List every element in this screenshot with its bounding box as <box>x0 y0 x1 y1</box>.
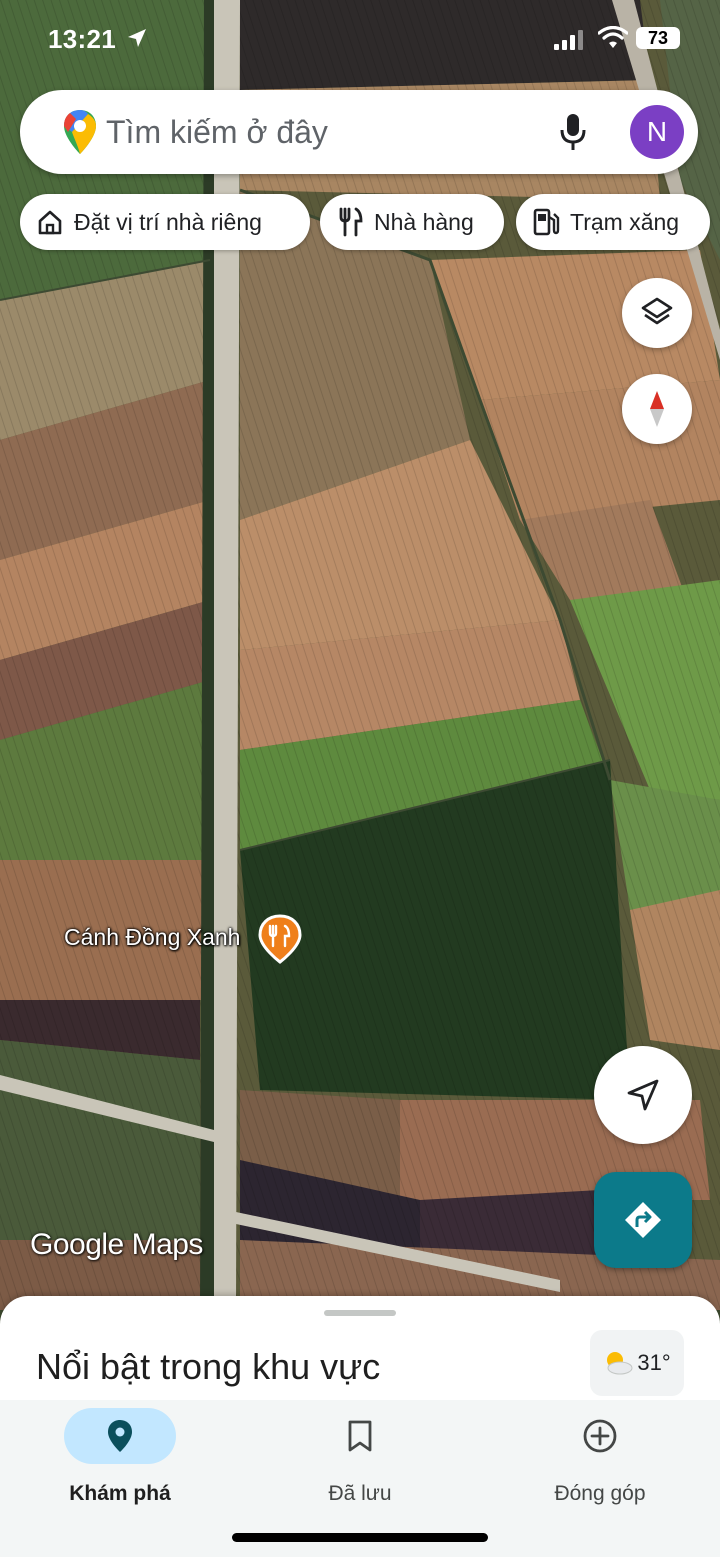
chip-restaurants[interactable]: Nhà hàng <box>320 194 504 250</box>
nav-explore-indicator <box>64 1408 176 1464</box>
chip-set-home[interactable]: Đặt vị trí nhà riêng <box>20 194 310 250</box>
nav-saved[interactable]: Đã lưu <box>270 1408 450 1506</box>
weather-chip[interactable]: 31° <box>590 1330 684 1396</box>
account-avatar[interactable]: N <box>630 105 684 159</box>
layers-button[interactable] <box>622 278 692 348</box>
restaurant-pin-icon[interactable] <box>258 914 302 964</box>
navigation-arrow-icon <box>627 1079 659 1111</box>
directions-button[interactable] <box>594 1172 692 1268</box>
microphone-icon[interactable] <box>558 112 588 152</box>
directions-icon <box>625 1202 661 1238</box>
compass-button[interactable] <box>622 374 692 444</box>
location-arrow-icon <box>128 29 146 47</box>
nav-contribute-indicator <box>544 1408 656 1464</box>
nav-label: Khám phá <box>69 1482 171 1505</box>
nav-label: Đóng góp <box>554 1482 646 1505</box>
restaurant-icon <box>339 207 363 237</box>
google-maps-logo: Google Maps <box>30 1228 203 1261</box>
clock: 13:21 <box>48 24 116 54</box>
cellular-signal-icon <box>554 30 583 50</box>
location-pin-icon <box>108 1420 132 1452</box>
compass-icon <box>650 391 664 427</box>
chip-label: Nhà hàng <box>374 208 474 235</box>
nav-saved-indicator <box>304 1408 416 1464</box>
temperature: 31° <box>637 1350 671 1375</box>
bookmark-icon <box>348 1420 372 1452</box>
chip-gas-stations[interactable]: Trạm xăng <box>516 194 710 250</box>
place-label[interactable]: Cánh Đồng Xanh <box>64 924 240 951</box>
nav-contribute[interactable]: Đóng góp <box>510 1408 690 1506</box>
home-indicator[interactable] <box>232 1533 488 1542</box>
my-location-button[interactable] <box>594 1046 692 1144</box>
home-icon <box>38 210 62 235</box>
wifi-icon <box>598 26 628 48</box>
plus-circle-icon <box>583 1419 617 1453</box>
partly-cloudy-icon <box>607 1352 633 1375</box>
sheet-drag-handle[interactable] <box>324 1310 396 1316</box>
nav-label: Đã lưu <box>328 1482 392 1505</box>
bottom-sheet[interactable]: Nổi bật trong khu vực 31° <box>0 1296 720 1406</box>
gas-station-icon <box>533 208 560 236</box>
layers-icon <box>641 297 673 325</box>
chip-label: Trạm xăng <box>570 208 680 235</box>
sheet-title: Nổi bật trong khu vực <box>36 1346 381 1387</box>
search-input[interactable]: Tìm kiếm ở đây <box>106 114 328 151</box>
chip-label: Đặt vị trí nhà riêng <box>74 208 262 235</box>
search-bar[interactable]: Tìm kiếm ở đây N <box>20 90 698 174</box>
battery-indicator: 73 <box>636 27 680 49</box>
status-bar: 13:21 73 <box>0 18 720 62</box>
google-maps-pin-icon <box>64 110 96 154</box>
nav-explore[interactable]: Khám phá <box>30 1408 210 1506</box>
